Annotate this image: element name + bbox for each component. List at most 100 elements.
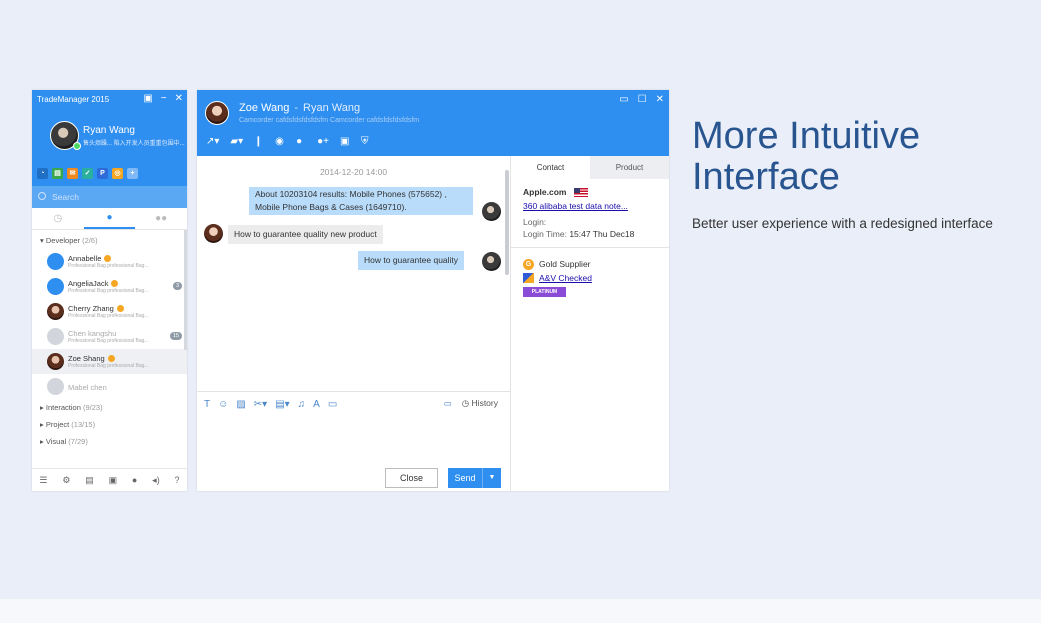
settings-gear-icon[interactable]: ⚙ [62,475,70,486]
online-status-icon [73,142,81,150]
send-button[interactable]: Send ▼ [448,468,501,488]
list-item[interactable]: Annabelle Professional Bag professional … [32,249,187,274]
list-item-selected[interactable]: Zoe Shang Professional Bag professional … [32,349,187,374]
app-verify-icon[interactable]: ✓ [82,168,93,179]
history-button[interactable]: ◷ History [462,398,498,409]
us-flag-icon [574,187,589,197]
contact-window-header: TradeManager 2015 ▣ − ✕ Ryan Wang 售头烦躁..… [32,90,187,208]
chat-main-area: 2014-12-20 14:00 About 10203104 results:… [197,156,510,491]
app-add-icon[interactable]: + [127,168,138,179]
contact-card-icon[interactable]: ▣ [109,475,118,486]
tab-groups-people-icon[interactable]: ●● [135,208,187,229]
list-item[interactable]: Mabel chen [32,374,187,399]
gold-supplier-label: Gold Supplier [539,259,591,269]
sound-icon[interactable]: ◂) [152,475,160,486]
translate-icon[interactable]: A [313,399,320,410]
group-visual[interactable]: ▸ Visual (7/29) [32,433,187,450]
message-bubble-outgoing[interactable]: About 10203104 results: Mobile Phones (5… [249,187,473,215]
contact-name: Annabelle [68,254,102,263]
sender-avatar [204,224,223,243]
chat-toolbar: ↗▾ ▰▾ ❙ ◉ ● ●+ ▣ ⛨ [206,136,371,147]
webcam-icon[interactable]: ◉ [275,136,285,147]
close-button[interactable]: Close [385,468,438,488]
quick-phrase-icon[interactable]: ▤▾ [275,399,289,410]
user-signature[interactable]: 售头烦躁... 陷入开发人员重重包围中... [83,140,185,148]
skin-icon[interactable]: ▣ [143,93,152,104]
contact-name: AngeliaJack [68,279,109,288]
add-contact-icon[interactable]: ● [132,475,137,485]
screenshot-scissors-icon[interactable]: ✂▾ [254,399,267,410]
login-label: Login: [523,217,547,227]
contact-window-footer: ☰ ⚙ ▤ ▣ ● ◂) ? [32,468,187,491]
microphone-icon[interactable]: ❙ [254,136,264,147]
list-item[interactable]: AngeliaJack Professional Bag professiona… [32,274,187,299]
medal-icon [107,355,115,362]
chevron-down-icon[interactable]: ▼ [482,468,501,488]
app-tradeassurance-icon[interactable]: ◔ [37,168,48,179]
font-text-icon[interactable]: T [204,399,210,410]
search-icon [38,192,46,200]
list-item[interactable]: Cherry Zhang Professional Bag profession… [32,299,187,324]
av-checked-icon [523,273,534,283]
image-icon[interactable]: ▨ [236,399,245,410]
unread-badge: 3 [172,282,182,290]
chat-window-controls: ▭ ☐ ✕ [619,94,664,105]
medal-icon [111,280,119,287]
search-input[interactable]: Search [32,186,187,208]
headline: More Intuitive Interface [692,115,921,198]
chat-contact-avatar[interactable] [205,101,229,125]
minimize-icon[interactable]: − [161,93,167,104]
tab-recent-clock-icon[interactable]: ◷ [32,208,84,229]
contact-avatar [47,278,64,295]
message-bubble-incoming[interactable]: How to guarantee quality new product [228,225,383,244]
tab-product[interactable]: Product [590,156,669,179]
company-note-link[interactable]: 360 alibaba test data note... [523,201,669,211]
tab-contact[interactable]: Contact [511,156,590,179]
app-mail-icon[interactable]: ✉ [67,168,78,179]
scrollbar[interactable] [184,230,187,350]
av-checked-link[interactable]: A&V Checked [539,271,592,285]
sender-avatar [482,202,501,221]
help-icon[interactable]: ? [175,475,180,485]
contact-avatar [47,303,64,320]
inbox-icon[interactable]: ▤ [85,475,94,486]
menu-icon[interactable]: ☰ [39,475,47,486]
app-p-icon[interactable]: P [97,168,108,179]
message-card-icon[interactable]: ▭ [328,399,337,410]
group-developer[interactable]: ▾ Developer (2/6) [32,232,187,249]
contact-name: Cherry Zhang [68,304,114,313]
company-name: Apple.com [523,187,567,197]
trade-chart-icon[interactable]: ↗▾ [206,136,219,147]
sender-avatar [482,252,501,271]
chat-record-icon[interactable]: ▭ [444,398,452,409]
user-name: Ryan Wang [83,125,135,136]
medal-icon [116,305,124,312]
app-inquiry-icon[interactable]: ▤ [52,168,63,179]
divider [511,247,669,248]
list-item[interactable]: Chen kangshu Professional Bag profession… [32,324,187,349]
group-interaction[interactable]: ▸ Interaction (9/23) [32,399,187,416]
close-icon[interactable]: ✕ [175,93,183,104]
contact-avatar [47,353,64,370]
maximize-icon[interactable]: ☐ [638,94,647,105]
close-icon[interactable]: ✕ [656,94,664,105]
app-shortcuts: ◔ ▤ ✉ ✓ P ◎ + [37,168,138,179]
add-user-icon[interactable]: ●+ [317,136,329,147]
message-list: 2014-12-20 14:00 About 10203104 results:… [197,156,510,390]
emoji-icon[interactable]: ☺ [218,399,228,410]
screen-share-icon[interactable]: ▣ [340,136,350,147]
scrollbar[interactable] [505,170,509,275]
contact-avatar [47,253,64,270]
shield-icon[interactable]: ⛨ [361,136,371,147]
chat-bubbles-icon[interactable]: ● [296,136,306,147]
contact-subtitle: Professional Bag professional Bag... [68,263,149,269]
group-project[interactable]: ▸ Project (13/15) [32,416,187,433]
subheadline: Better user experience with a redesigned… [692,216,993,231]
message-bubble-outgoing[interactable]: How to guarantee quality [358,251,465,270]
contact-list-window: TradeManager 2015 ▣ − ✕ Ryan Wang 售头烦躁..… [32,90,187,491]
tab-contacts-person-icon[interactable]: ● [83,208,136,229]
app-camera-icon[interactable]: ◎ [112,168,123,179]
folder-icon[interactable]: ▰▾ [230,136,243,147]
restore-icon[interactable]: ▭ [619,94,628,105]
bell-icon[interactable]: ♫ [298,399,306,410]
